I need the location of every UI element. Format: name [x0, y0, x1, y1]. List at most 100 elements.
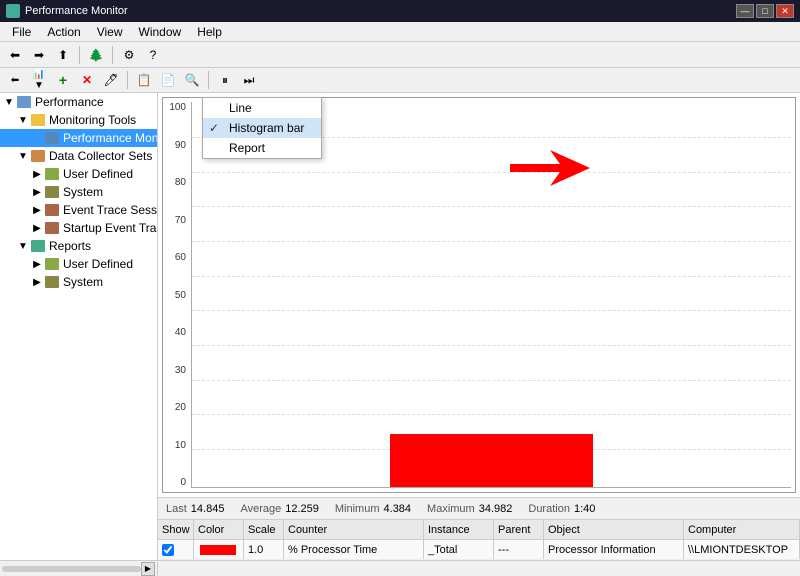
- histogram-check: ✓: [209, 121, 223, 135]
- stat-duration: Duration 1:40: [528, 503, 595, 515]
- expand-performance[interactable]: ▼: [2, 97, 16, 108]
- expand-ud[interactable]: ▶: [30, 169, 44, 180]
- sidebar-item-reports-system[interactable]: ▶ System: [0, 273, 157, 291]
- grid-line: [192, 414, 791, 415]
- expand-rud[interactable]: ▶: [30, 259, 44, 270]
- menu-file[interactable]: File: [4, 23, 39, 41]
- menu-view[interactable]: View: [89, 23, 131, 41]
- sidebar-item-startup-event[interactable]: ▶ Startup Event Trace Sess: [0, 219, 157, 237]
- copy-button[interactable]: 📋: [133, 69, 155, 91]
- sidebar-item-datacollector[interactable]: ▼ Data Collector Sets: [0, 147, 157, 165]
- scroll-right[interactable]: ▶: [141, 562, 155, 576]
- reports-sys-icon: [44, 274, 60, 290]
- menu-action[interactable]: Action: [39, 23, 88, 41]
- main-container: ▼ Performance ▼ Monitoring Tools Perform…: [0, 93, 800, 560]
- view-toggle[interactable]: 📊▼: [28, 69, 50, 91]
- next-button[interactable]: ⏭: [238, 69, 260, 91]
- grid-line: [192, 310, 791, 311]
- sidebar-item-performance[interactable]: ▼ Performance: [0, 93, 157, 111]
- monitoring-tools-icon: [30, 112, 46, 128]
- userdefined-icon: [44, 166, 60, 182]
- grid-line: [192, 206, 791, 207]
- reports-icon: [30, 238, 46, 254]
- minimize-button[interactable]: —: [736, 4, 754, 18]
- sidebar-item-monitoring-tools[interactable]: ▼ Monitoring Tools: [0, 111, 157, 129]
- sidebar-item-reports-userdefined[interactable]: ▶ User Defined: [0, 255, 157, 273]
- menu-help[interactable]: Help: [189, 23, 230, 41]
- color-swatch: [200, 545, 236, 555]
- col-header-object: Object: [544, 520, 684, 539]
- sidebar-item-reports[interactable]: ▼ Reports: [0, 237, 157, 255]
- stats-bar: Last 14.845 Average 12.259 Minimum 4.384…: [158, 497, 800, 519]
- find-button[interactable]: 🔍: [181, 69, 203, 91]
- new-counter-set[interactable]: ⬅: [4, 69, 26, 91]
- sidebar-scroll: ▶: [0, 562, 158, 576]
- expand-monitoring[interactable]: ▼: [16, 115, 30, 126]
- title-bar-left: Performance Monitor: [6, 4, 128, 18]
- expand-et[interactable]: ▶: [30, 205, 44, 216]
- pause-button[interactable]: ⏸: [214, 69, 236, 91]
- menu-window[interactable]: Window: [131, 23, 190, 41]
- expand-se[interactable]: ▶: [30, 223, 44, 234]
- reports-label: Reports: [49, 239, 91, 253]
- row-computer: \\LMIONTDESKTOP: [684, 540, 800, 559]
- delete-button[interactable]: ✕: [76, 69, 98, 91]
- close-button[interactable]: ✕: [776, 4, 794, 18]
- h-scrollbar[interactable]: [2, 566, 141, 572]
- expand-sys[interactable]: ▶: [30, 187, 44, 198]
- expand-datacollector[interactable]: ▼: [16, 151, 30, 162]
- average-label: Average: [240, 503, 281, 515]
- col-header-counter: Counter: [284, 520, 424, 539]
- reports-ud-label: User Defined: [63, 257, 133, 271]
- properties-button[interactable]: ⚙: [118, 44, 140, 66]
- counter-checkbox[interactable]: [162, 544, 174, 556]
- table-row[interactable]: 1.0 % Processor Time _Total --- Processo…: [158, 540, 800, 560]
- dropdown-item-report[interactable]: Report: [203, 138, 321, 158]
- userdefined-label: User Defined: [63, 167, 133, 181]
- menu-bar: File Action View Window Help: [0, 22, 800, 42]
- forward-button[interactable]: ➡: [28, 44, 50, 66]
- stat-average: Average 12.259: [240, 503, 318, 515]
- grid-line: [192, 172, 791, 173]
- sidebar-item-eventtrace[interactable]: ▶ Event Trace Sessions: [0, 201, 157, 219]
- sidebar-item-system[interactable]: ▶ System: [0, 183, 157, 201]
- y-axis: 100 90 80 70 60 50 40 30 20 10 0: [163, 98, 191, 492]
- col-header-scale: Scale: [244, 520, 284, 539]
- red-arrow-indicator: [510, 150, 590, 189]
- right-panel: 100 90 80 70 60 50 40 30 20 10 0: [158, 93, 800, 560]
- help-button[interactable]: ?: [142, 44, 164, 66]
- expand-rs[interactable]: ▶: [30, 277, 44, 288]
- paste-button[interactable]: 📄: [157, 69, 179, 91]
- highlight-button[interactable]: 🖊: [100, 69, 122, 91]
- datacollector-label: Data Collector Sets: [49, 149, 152, 163]
- datacollector-icon: [30, 148, 46, 164]
- sidebar-item-performance-monitor[interactable]: Performance Monitor: [0, 129, 157, 147]
- dropdown-item-histogram[interactable]: ✓ Histogram bar: [203, 118, 321, 138]
- reports-ud-icon: [44, 256, 60, 272]
- row-scale: 1.0: [244, 540, 284, 559]
- add-button[interactable]: +: [52, 69, 74, 91]
- back-button[interactable]: ⬅: [4, 44, 26, 66]
- system-icon: [44, 184, 60, 200]
- sidebar: ▼ Performance ▼ Monitoring Tools Perform…: [0, 93, 158, 560]
- startup-event-icon: [44, 220, 60, 236]
- last-label: Last: [166, 503, 187, 515]
- show-hide-tree[interactable]: 🌲: [85, 44, 107, 66]
- expand-reports[interactable]: ▼: [16, 241, 30, 252]
- sidebar-item-userdefined[interactable]: ▶ User Defined: [0, 165, 157, 183]
- stat-last: Last 14.845: [166, 503, 224, 515]
- eventtrace-icon: [44, 202, 60, 218]
- reports-sys-label: System: [63, 275, 103, 289]
- main-toolbar: ⬅ ➡ ⬆ 🌲 ⚙ ?: [0, 42, 800, 68]
- row-instance: _Total: [424, 540, 494, 559]
- dropdown-item-line[interactable]: Line: [203, 98, 321, 118]
- up-button[interactable]: ⬆: [52, 44, 74, 66]
- row-counter: % Processor Time: [284, 540, 424, 559]
- restore-button[interactable]: □: [756, 4, 774, 18]
- line-label: Line: [229, 101, 252, 115]
- stat-maximum: Maximum 34.982: [427, 503, 512, 515]
- sep4: [208, 71, 209, 89]
- system-label: System: [63, 185, 103, 199]
- grid-line: [192, 380, 791, 381]
- last-value: 14.845: [191, 503, 225, 515]
